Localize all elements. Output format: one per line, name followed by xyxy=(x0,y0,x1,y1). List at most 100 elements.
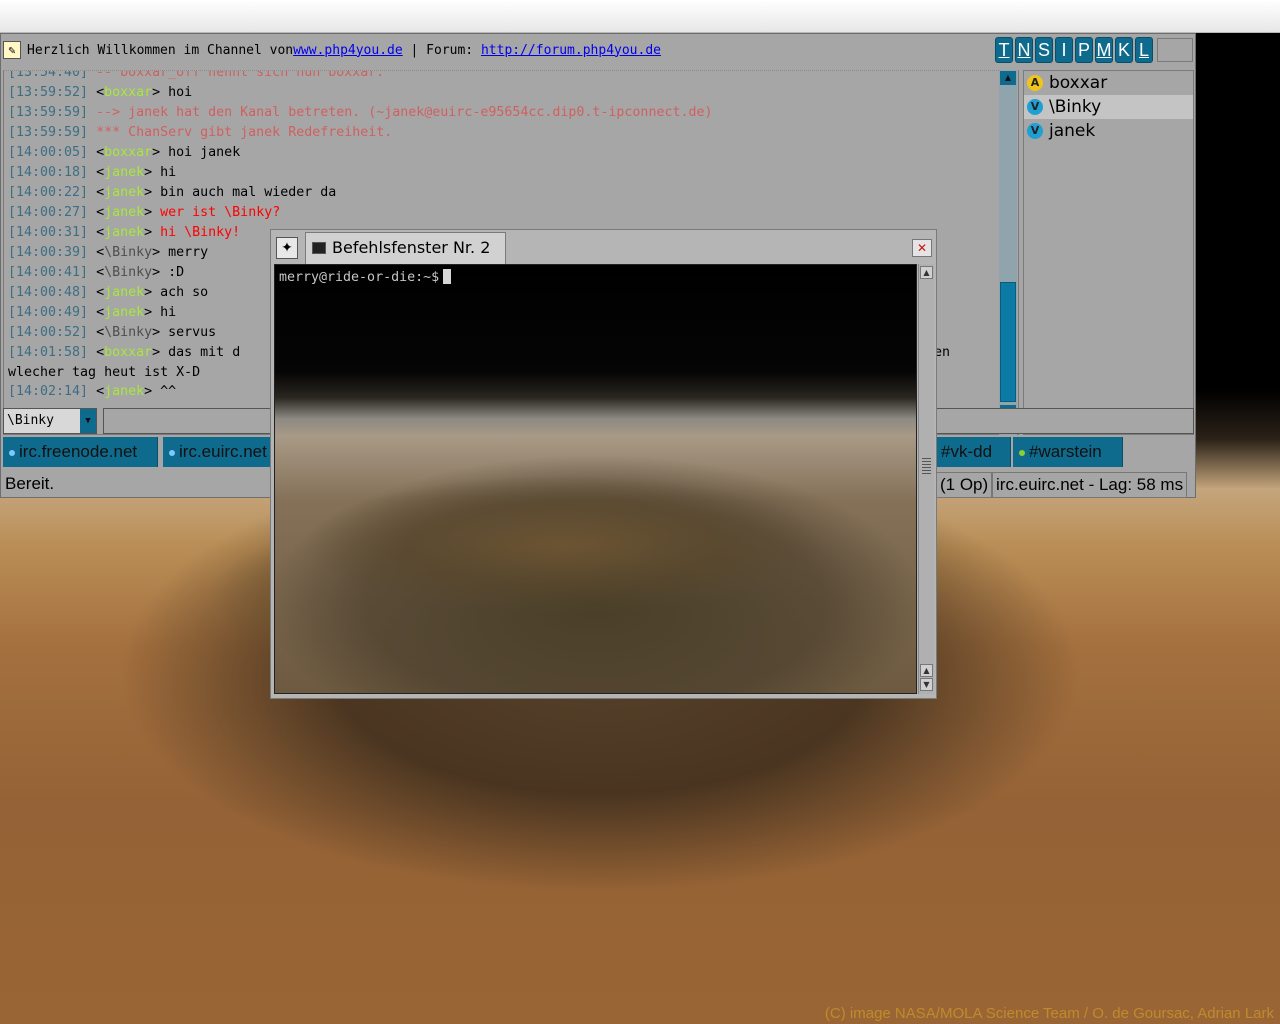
nick-name: janek xyxy=(1049,121,1096,141)
chat-timestamp: [14:02:14] xyxy=(8,384,89,399)
chat-message-text: hi \Binky! xyxy=(152,225,241,240)
chat-timestamp: [14:00:41] xyxy=(8,265,89,280)
nick-list-item[interactable]: Vjanek xyxy=(1024,119,1193,143)
mode-button-t[interactable]: T xyxy=(995,37,1013,63)
voice-badge-icon: V xyxy=(1027,123,1043,139)
chat-timestamp: [14:00:49] xyxy=(8,305,89,320)
chat-nick: janek xyxy=(104,285,145,300)
chat-message-text: merry xyxy=(160,245,209,260)
chat-message-text: wlecher tag heut ist X-D xyxy=(8,365,201,380)
mode-button-s[interactable]: S xyxy=(1035,37,1053,63)
scroll-up-icon-2[interactable]: ▲ xyxy=(920,664,933,677)
chat-message-text: hoi janek xyxy=(160,145,241,160)
chat-message-text: hoi xyxy=(160,85,193,100)
channel-tab[interactable]: #warstein xyxy=(1013,437,1123,467)
nick-list-item[interactable]: V \Binky xyxy=(1024,95,1193,119)
close-tab-icon[interactable]: ✕ xyxy=(912,239,932,257)
chat-timestamp: [14:00:18] xyxy=(8,165,89,180)
terminal-window: ✦ Befehlsfenster Nr. 2 ✕ merry@ride-or-d… xyxy=(270,229,937,699)
nick-selector-value: \Binky xyxy=(7,413,54,428)
nick-bracket: > xyxy=(144,384,153,399)
chat-scroll-thumb[interactable] xyxy=(1000,282,1016,402)
channel-tab-label: irc.freenode.net xyxy=(19,442,138,461)
channel-tab[interactable]: irc.euirc.net xyxy=(163,437,273,467)
nick-bracket: < xyxy=(88,325,105,340)
topic-link-website[interactable]: www.php4you.de xyxy=(293,43,403,58)
channel-tab[interactable]: #vk-dd xyxy=(935,437,1011,467)
scroll-grip[interactable] xyxy=(922,458,931,476)
terminal-icon xyxy=(312,242,326,254)
chat-message-text: hi xyxy=(152,165,177,180)
channel-topic: ✎ Herzlich Willkommen im Channel von www… xyxy=(3,37,993,63)
chat-nick: janek xyxy=(104,305,145,320)
chat-timestamp: [14:00:31] xyxy=(8,225,89,240)
chevron-down-icon[interactable]: ▼ xyxy=(80,409,96,433)
chat-system-message: --> janek hat den Kanal betreten. (~jane… xyxy=(88,105,713,120)
op-badge-icon: A xyxy=(1027,75,1043,91)
chat-timestamp: [13:59:59] xyxy=(8,105,89,120)
terminal-screen[interactable]: merry@ride-or-die:~$ xyxy=(274,264,917,694)
nick-bracket: > xyxy=(152,85,161,100)
chat-system-message: -- boxxar_off nennt sich nun boxxar. xyxy=(88,70,385,80)
nick-bracket: < xyxy=(88,185,105,200)
mode-button-k[interactable]: K xyxy=(1115,37,1133,63)
terminal-prompt-text: merry@ride-or-die:~$ xyxy=(279,270,440,285)
nick-list: Aboxxar V \Binky Vjanek xyxy=(1023,70,1194,435)
nick-bracket: < xyxy=(88,384,105,399)
topic-text-1: Herzlich Willkommen im Channel von xyxy=(27,42,294,58)
channel-limit-field[interactable] xyxy=(1157,38,1193,62)
terminal-titlebar: ✦ Befehlsfenster Nr. 2 ✕ xyxy=(271,230,938,264)
mode-button-l[interactable]: L xyxy=(1135,37,1153,63)
status-text: Bereit. xyxy=(5,474,55,493)
chat-message-text: wer ist \Binky? xyxy=(152,205,281,220)
chat-line: [14:00:05] <boxxar> hoi janek xyxy=(8,143,998,163)
nick-list-item[interactable]: Aboxxar xyxy=(1024,71,1193,95)
terminal-tab[interactable]: Befehlsfenster Nr. 2 xyxy=(305,232,506,264)
chat-nick: janek xyxy=(104,225,145,240)
chat-timestamp: [14:00:05] xyxy=(8,145,89,160)
chat-message-text: bin auch mal wieder da xyxy=(152,185,337,200)
nick-bracket: < xyxy=(88,225,105,240)
nick-selector[interactable]: \Binky ▼ xyxy=(3,408,97,434)
status-server-lag: irc.euirc.net - Lag: 58 ms xyxy=(992,472,1188,498)
chat-timestamp: [14:01:58] xyxy=(8,345,89,360)
chat-nick: \Binky xyxy=(104,245,153,260)
chat-message-text: ^^ xyxy=(152,384,177,399)
nick-bracket: > xyxy=(152,245,161,260)
nick-bracket: > xyxy=(144,185,153,200)
chat-nick: boxxar xyxy=(104,85,153,100)
nick-bracket: < xyxy=(88,285,105,300)
topic-link-forum[interactable]: http://forum.php4you.de xyxy=(481,43,661,58)
chat-nick: janek xyxy=(104,165,145,180)
chat-message-text: hi xyxy=(152,305,177,320)
status-op-count: (1 Op) xyxy=(936,472,993,498)
mode-button-i[interactable]: I xyxy=(1055,37,1073,63)
channel-tab-label: irc.euirc.net xyxy=(179,442,267,461)
chat-message-text: ach so xyxy=(152,285,209,300)
chat-line: [13:59:59] *** ChanServ gibt janek Redef… xyxy=(8,123,998,143)
nick-bracket: < xyxy=(88,145,105,160)
nick-bracket: < xyxy=(88,245,105,260)
tab-status-icon xyxy=(169,449,175,456)
chat-timestamp: [14:00:39] xyxy=(8,245,89,260)
scroll-up-icon[interactable]: ▲ xyxy=(920,266,933,279)
chat-line: [14:00:27] <janek> wer ist \Binky? xyxy=(8,203,998,223)
tab-status-icon xyxy=(9,449,15,456)
terminal-prompt: merry@ride-or-die:~$ xyxy=(279,269,452,285)
mode-button-n[interactable]: N xyxy=(1015,37,1033,63)
channel-tab[interactable]: irc.freenode.net xyxy=(3,437,158,467)
nick-name: \Binky xyxy=(1049,97,1102,117)
nick-bracket: > xyxy=(144,225,153,240)
nick-bracket: < xyxy=(88,265,105,280)
terminal-app-icon[interactable]: ✦ xyxy=(276,237,298,259)
topic-edit-icon[interactable]: ✎ xyxy=(3,41,21,59)
scroll-up-icon[interactable]: ▲ xyxy=(1000,71,1016,85)
scroll-down-icon[interactable]: ▼ xyxy=(920,678,933,691)
chat-message-text: :D xyxy=(160,265,185,280)
chat-scrollbar[interactable]: ▲ ▲ ▼ xyxy=(999,70,1017,435)
chat-line: [13:59:59] --> janek hat den Kanal betre… xyxy=(8,103,998,123)
terminal-scrollbar[interactable]: ▲ ▲ ▼ xyxy=(918,264,934,694)
mode-button-p[interactable]: P xyxy=(1075,37,1093,63)
mode-button-m[interactable]: M xyxy=(1095,37,1113,63)
chat-timestamp: [14:00:48] xyxy=(8,285,89,300)
